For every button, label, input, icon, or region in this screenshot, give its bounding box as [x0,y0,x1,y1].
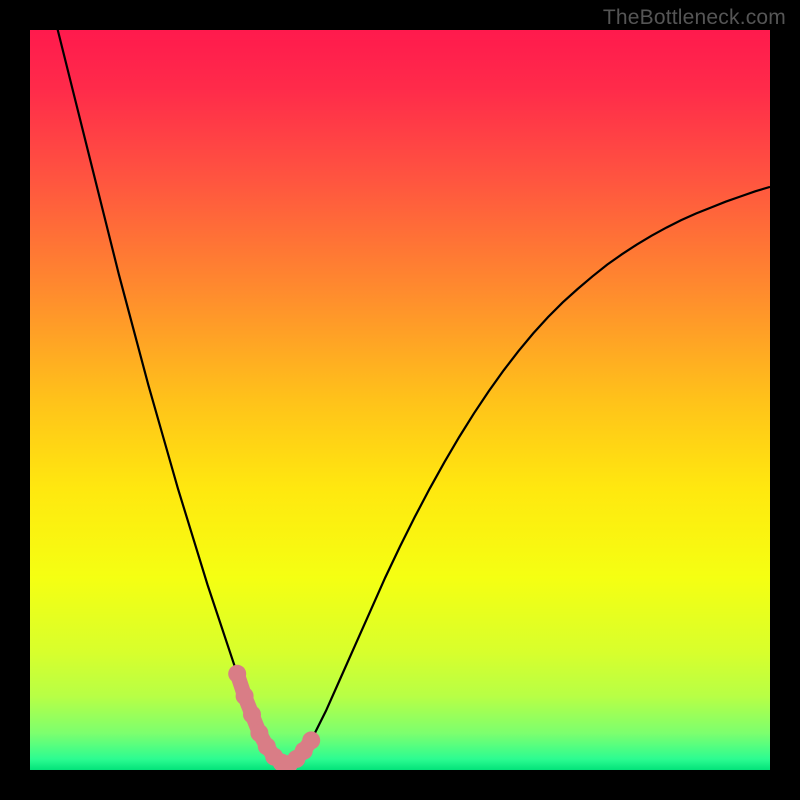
plot-area [30,30,770,770]
watermark-text: TheBottleneck.com [603,6,786,30]
chart-frame: TheBottleneck.com [0,0,800,800]
highlight-marker [228,665,246,683]
bottleneck-curve [30,30,770,764]
highlight-markers [228,665,320,770]
highlight-marker [236,687,254,705]
highlight-marker [302,731,320,749]
highlight-marker [243,706,261,724]
curve-layer [30,30,770,770]
